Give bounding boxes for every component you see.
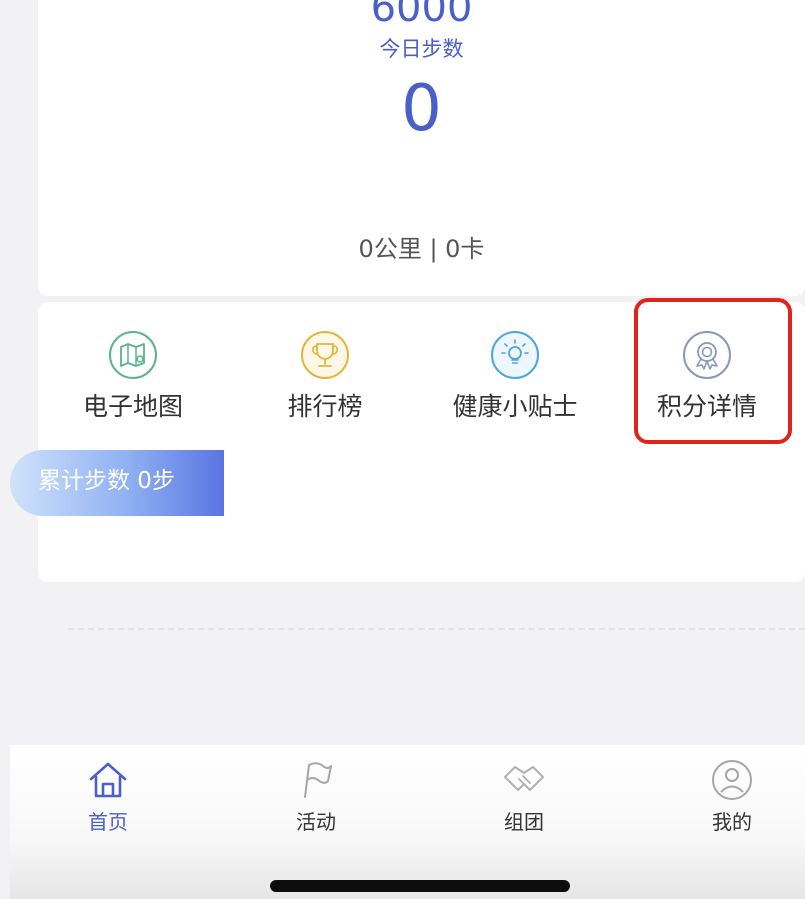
- nav-activity[interactable]: 活动: [246, 757, 386, 835]
- app-screen: 6000 今日步数 0 0公里 | 0卡 电子地图 排行榜 健康小贴士 积分详情…: [0, 0, 805, 899]
- nav-group[interactable]: 组团: [454, 757, 594, 835]
- handshake-icon: [504, 766, 544, 791]
- home-icon: [89, 762, 127, 798]
- shortcut-label: 排行榜: [287, 392, 363, 421]
- divider: [68, 628, 805, 630]
- bottom-nav: 首页 活动 组团 我的: [10, 745, 805, 899]
- flag-icon: [304, 762, 332, 798]
- today-steps-label: 今日步数: [379, 37, 464, 61]
- shortcut-ranking[interactable]: 排行榜: [240, 330, 410, 424]
- shortcut-electronic-map[interactable]: 电子地图: [48, 330, 218, 424]
- shortcut-label: 电子地图: [82, 392, 183, 421]
- nav-label: 活动: [296, 810, 336, 834]
- cumulative-steps-text: 累计步数 0步: [38, 468, 175, 494]
- map-icon: [109, 331, 157, 379]
- nav-home[interactable]: 首页: [38, 757, 178, 835]
- highlight-annotation: [634, 298, 792, 444]
- steps-card: 6000 今日步数 0 0公里 | 0卡: [38, 0, 805, 296]
- nav-label: 首页: [88, 810, 128, 834]
- today-steps-value: 0: [401, 72, 442, 146]
- nav-mine[interactable]: 我的: [662, 757, 802, 835]
- home-indicator: [270, 880, 570, 892]
- nav-label: 我的: [712, 810, 752, 834]
- distance-calories: 0公里 | 0卡: [358, 235, 485, 263]
- trophy-icon: [301, 331, 349, 379]
- shortcut-health-tips[interactable]: 健康小贴士: [430, 330, 600, 424]
- nav-label: 组团: [504, 810, 544, 834]
- step-goal: 6000: [370, 0, 473, 31]
- user-icon: [712, 760, 752, 800]
- lightbulb-icon: [491, 331, 539, 379]
- shortcut-label: 健康小贴士: [452, 392, 578, 421]
